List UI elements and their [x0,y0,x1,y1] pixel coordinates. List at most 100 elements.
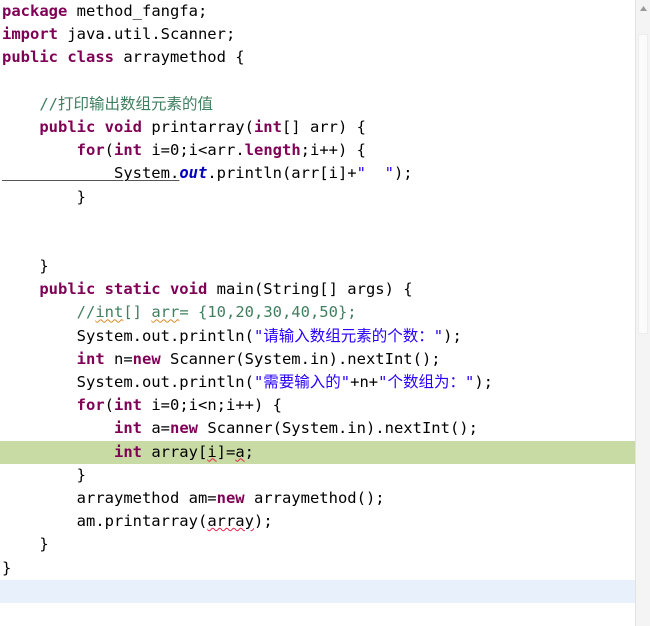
code-token: a= [141,419,170,438]
code-line[interactable]: System.out.println("请输入数组元素的个数："); [0,325,635,348]
code-token: import [2,25,58,44]
code-token: public static void [39,280,208,299]
code-token: i [207,442,217,461]
code-token: int [76,349,105,368]
code-line[interactable]: } [0,255,635,278]
code-line[interactable]: int n=new Scanner(System.in).nextInt(); [0,348,635,371]
code-token: arr [151,303,180,322]
code-line[interactable]: //打印输出数组元素的值 [0,93,635,116]
code-line[interactable]: int a=new Scanner(System.in).nextInt(); [0,417,635,440]
code-line[interactable]: import java.util.Scanner; [0,23,635,46]
code-token: "需要输入的" [253,373,351,391]
code-line[interactable]: } [0,557,635,580]
code-token: length [244,141,301,160]
code-token: int [114,396,142,415]
code-line[interactable]: for(int i=0;i<n;i++) { [0,394,635,417]
code-token: ); [253,512,273,531]
code-token: //打印输出数组元素的值 [2,94,213,113]
code-token: int [253,117,282,136]
code-token: "请输入数组元素的个数：" [253,326,444,345]
code-token: Scanner(System.in).nextInt(); [160,349,441,368]
code-token: i=0;i<arr. [142,141,245,160]
code-token: Scanner(System.in).nextInt(); [197,419,478,438]
code-line[interactable]: for(int i=0;i<arr.length;i++) { [0,139,635,162]
code-token: .println(arr[i]+ [207,164,357,183]
triangle-up-icon [639,5,647,11]
code-token: a [235,442,245,461]
code-line[interactable]: public void printarray(int[] arr) { [0,116,635,139]
code-token: arraymethod { [113,48,245,67]
code-token: package [2,2,68,20]
code-token: printarray( [141,117,254,136]
code-line[interactable]: package method_fangfa; [0,0,635,23]
code-editor-window: package method_fangfa; import java.util.S… [0,0,650,626]
code-token: new [216,488,245,507]
code-token: } [2,187,86,206]
scrollbar-track[interactable] [636,16,650,626]
code-token: ; [244,442,255,461]
code-line[interactable] [0,232,635,255]
code-line[interactable]: } [0,186,635,209]
code-token: } [2,535,49,554]
code-token: } [2,465,86,484]
code-line[interactable]: public static void main(String[] args) { [0,278,635,301]
code-line[interactable] [0,70,635,93]
code-token: ( [104,396,114,415]
code-token: int [113,419,142,438]
code-token: int [113,442,142,461]
code-token: am.printarray( [2,512,208,531]
code-line[interactable]: } [0,464,635,487]
code-token: int [114,141,142,160]
code-token: ;i++) { [300,141,366,160]
code-token: method_fangfa; [67,2,208,20]
code-token: main(String[] args) { [207,280,413,299]
code-token: [] [123,303,152,322]
code-token: public class [2,48,114,67]
scroll-up-button[interactable] [636,0,650,16]
code-token: System.out.println( [2,373,254,391]
code-token: new [132,349,161,368]
code-line[interactable]: System.out.println("需要输入的"+n+"个数组为："); [0,371,635,394]
code-token: public void [39,117,142,136]
code-token: "个数组为：" [378,373,475,391]
code-token: ( [104,141,114,160]
code-line[interactable] [0,579,635,603]
vertical-scrollbar[interactable] [635,0,650,626]
code-token: array [207,512,254,531]
code-token: arraymethod(); [244,488,385,507]
code-token: i=0;i<n;i++) { [142,396,282,415]
code-token: ); [443,326,462,345]
code-token: for [76,396,105,415]
code-line[interactable]: arraymethod am=new arraymethod(); [0,487,635,510]
code-token: java.util.Scanner; [58,25,236,44]
code-line[interactable]: System.out.println(arr[i]+" "); [0,162,635,185]
code-line[interactable]: //int[] arr= {10,20,30,40,50}; [0,301,635,324]
code-token: } [2,558,12,577]
code-token: arraymethod am= [2,488,217,507]
scrollbar-thumb[interactable] [638,34,648,334]
code-line[interactable] [0,209,635,232]
code-token: } [2,257,49,276]
code-line[interactable]: am.printarray(array); [0,510,635,533]
code-token: for [76,141,105,160]
code-text-area[interactable]: package method_fangfa; import java.util.S… [0,0,635,626]
code-token: " " [356,164,394,183]
code-line[interactable]: public class arraymethod { [0,46,635,69]
code-line[interactable]: } [0,533,635,556]
code-token: out [179,164,208,183]
code-token: ); [393,164,413,183]
code-line-highlighted[interactable]: int array[i]=a; [0,440,635,464]
code-token: ]= [216,442,236,461]
code-token: n= [104,349,133,368]
code-token: = {10,20,30,40,50}; [179,303,357,322]
code-token: // [2,303,96,322]
code-token: [] arr) { [281,117,366,136]
code-token: ); [474,373,493,391]
